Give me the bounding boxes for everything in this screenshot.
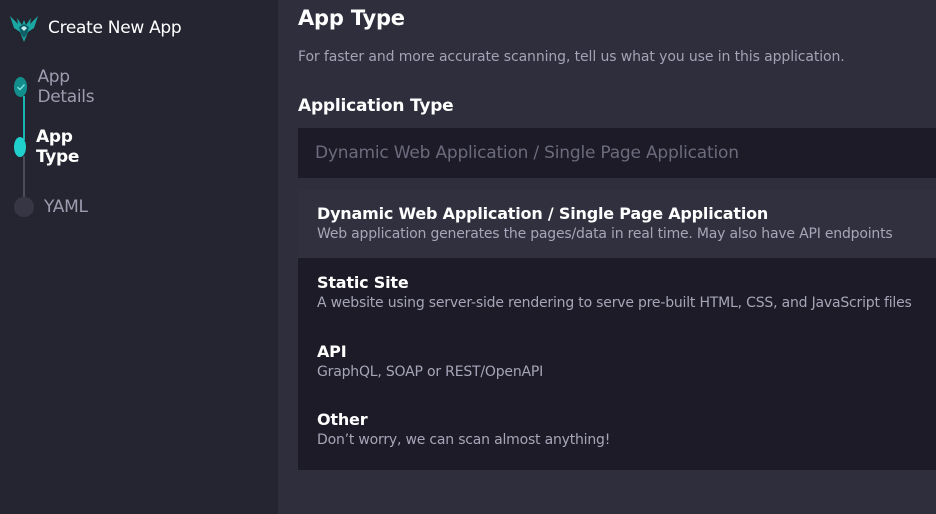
option-other[interactable]: Other Don’t worry, we can scan almost an… bbox=[298, 394, 936, 462]
option-title: Other bbox=[317, 410, 368, 429]
step-connector-pending bbox=[23, 156, 25, 198]
option-static-site[interactable]: Static Site A website using server-side … bbox=[298, 258, 936, 326]
sidebar: Create New App App Details App Type YAML bbox=[0, 0, 278, 514]
step-app-type[interactable]: App Type bbox=[14, 127, 87, 167]
step-label-yaml: YAML bbox=[44, 197, 88, 217]
check-icon bbox=[16, 84, 25, 91]
step-done-indicator bbox=[14, 77, 28, 97]
option-description: A website using server-side rendering to… bbox=[317, 295, 912, 311]
step-active-indicator bbox=[14, 137, 26, 157]
step-connector-done bbox=[23, 96, 25, 140]
option-dynamic-web-application[interactable]: Dynamic Web Application / Single Page Ap… bbox=[298, 190, 936, 258]
step-pending-indicator bbox=[14, 197, 34, 217]
option-description: Web application generates the pages/data… bbox=[317, 226, 893, 242]
hawk-logo-icon bbox=[10, 16, 38, 42]
step-label-app-type: App Type bbox=[35, 127, 80, 167]
step-yaml[interactable]: YAML bbox=[14, 197, 88, 217]
option-title: API bbox=[317, 342, 347, 361]
option-title: Static Site bbox=[317, 273, 409, 292]
brand-title: Create New App bbox=[48, 18, 182, 38]
option-api[interactable]: API GraphQL, SOAP or REST/OpenAPI bbox=[298, 326, 936, 394]
app-window: Create New App App Details App Type YAML bbox=[0, 0, 936, 514]
brand: Create New App bbox=[8, 10, 182, 46]
step-label-app-details: App Details bbox=[37, 67, 95, 107]
option-description: GraphQL, SOAP or REST/OpenAPI bbox=[317, 364, 544, 380]
option-description: Don’t worry, we can scan almost anything… bbox=[317, 432, 611, 448]
option-title: Dynamic Web Application / Single Page Ap… bbox=[317, 204, 769, 223]
step-app-details[interactable]: App Details bbox=[14, 67, 101, 107]
application-type-select[interactable]: Dynamic Web Application / Single Page Ap… bbox=[298, 128, 936, 178]
page-subtitle: For faster and more accurate scanning, t… bbox=[298, 49, 845, 65]
application-type-dropdown: Dynamic Web Application / Single Page Ap… bbox=[298, 190, 936, 470]
application-type-label: Application Type bbox=[298, 96, 454, 116]
page-title: App Type bbox=[298, 6, 405, 30]
